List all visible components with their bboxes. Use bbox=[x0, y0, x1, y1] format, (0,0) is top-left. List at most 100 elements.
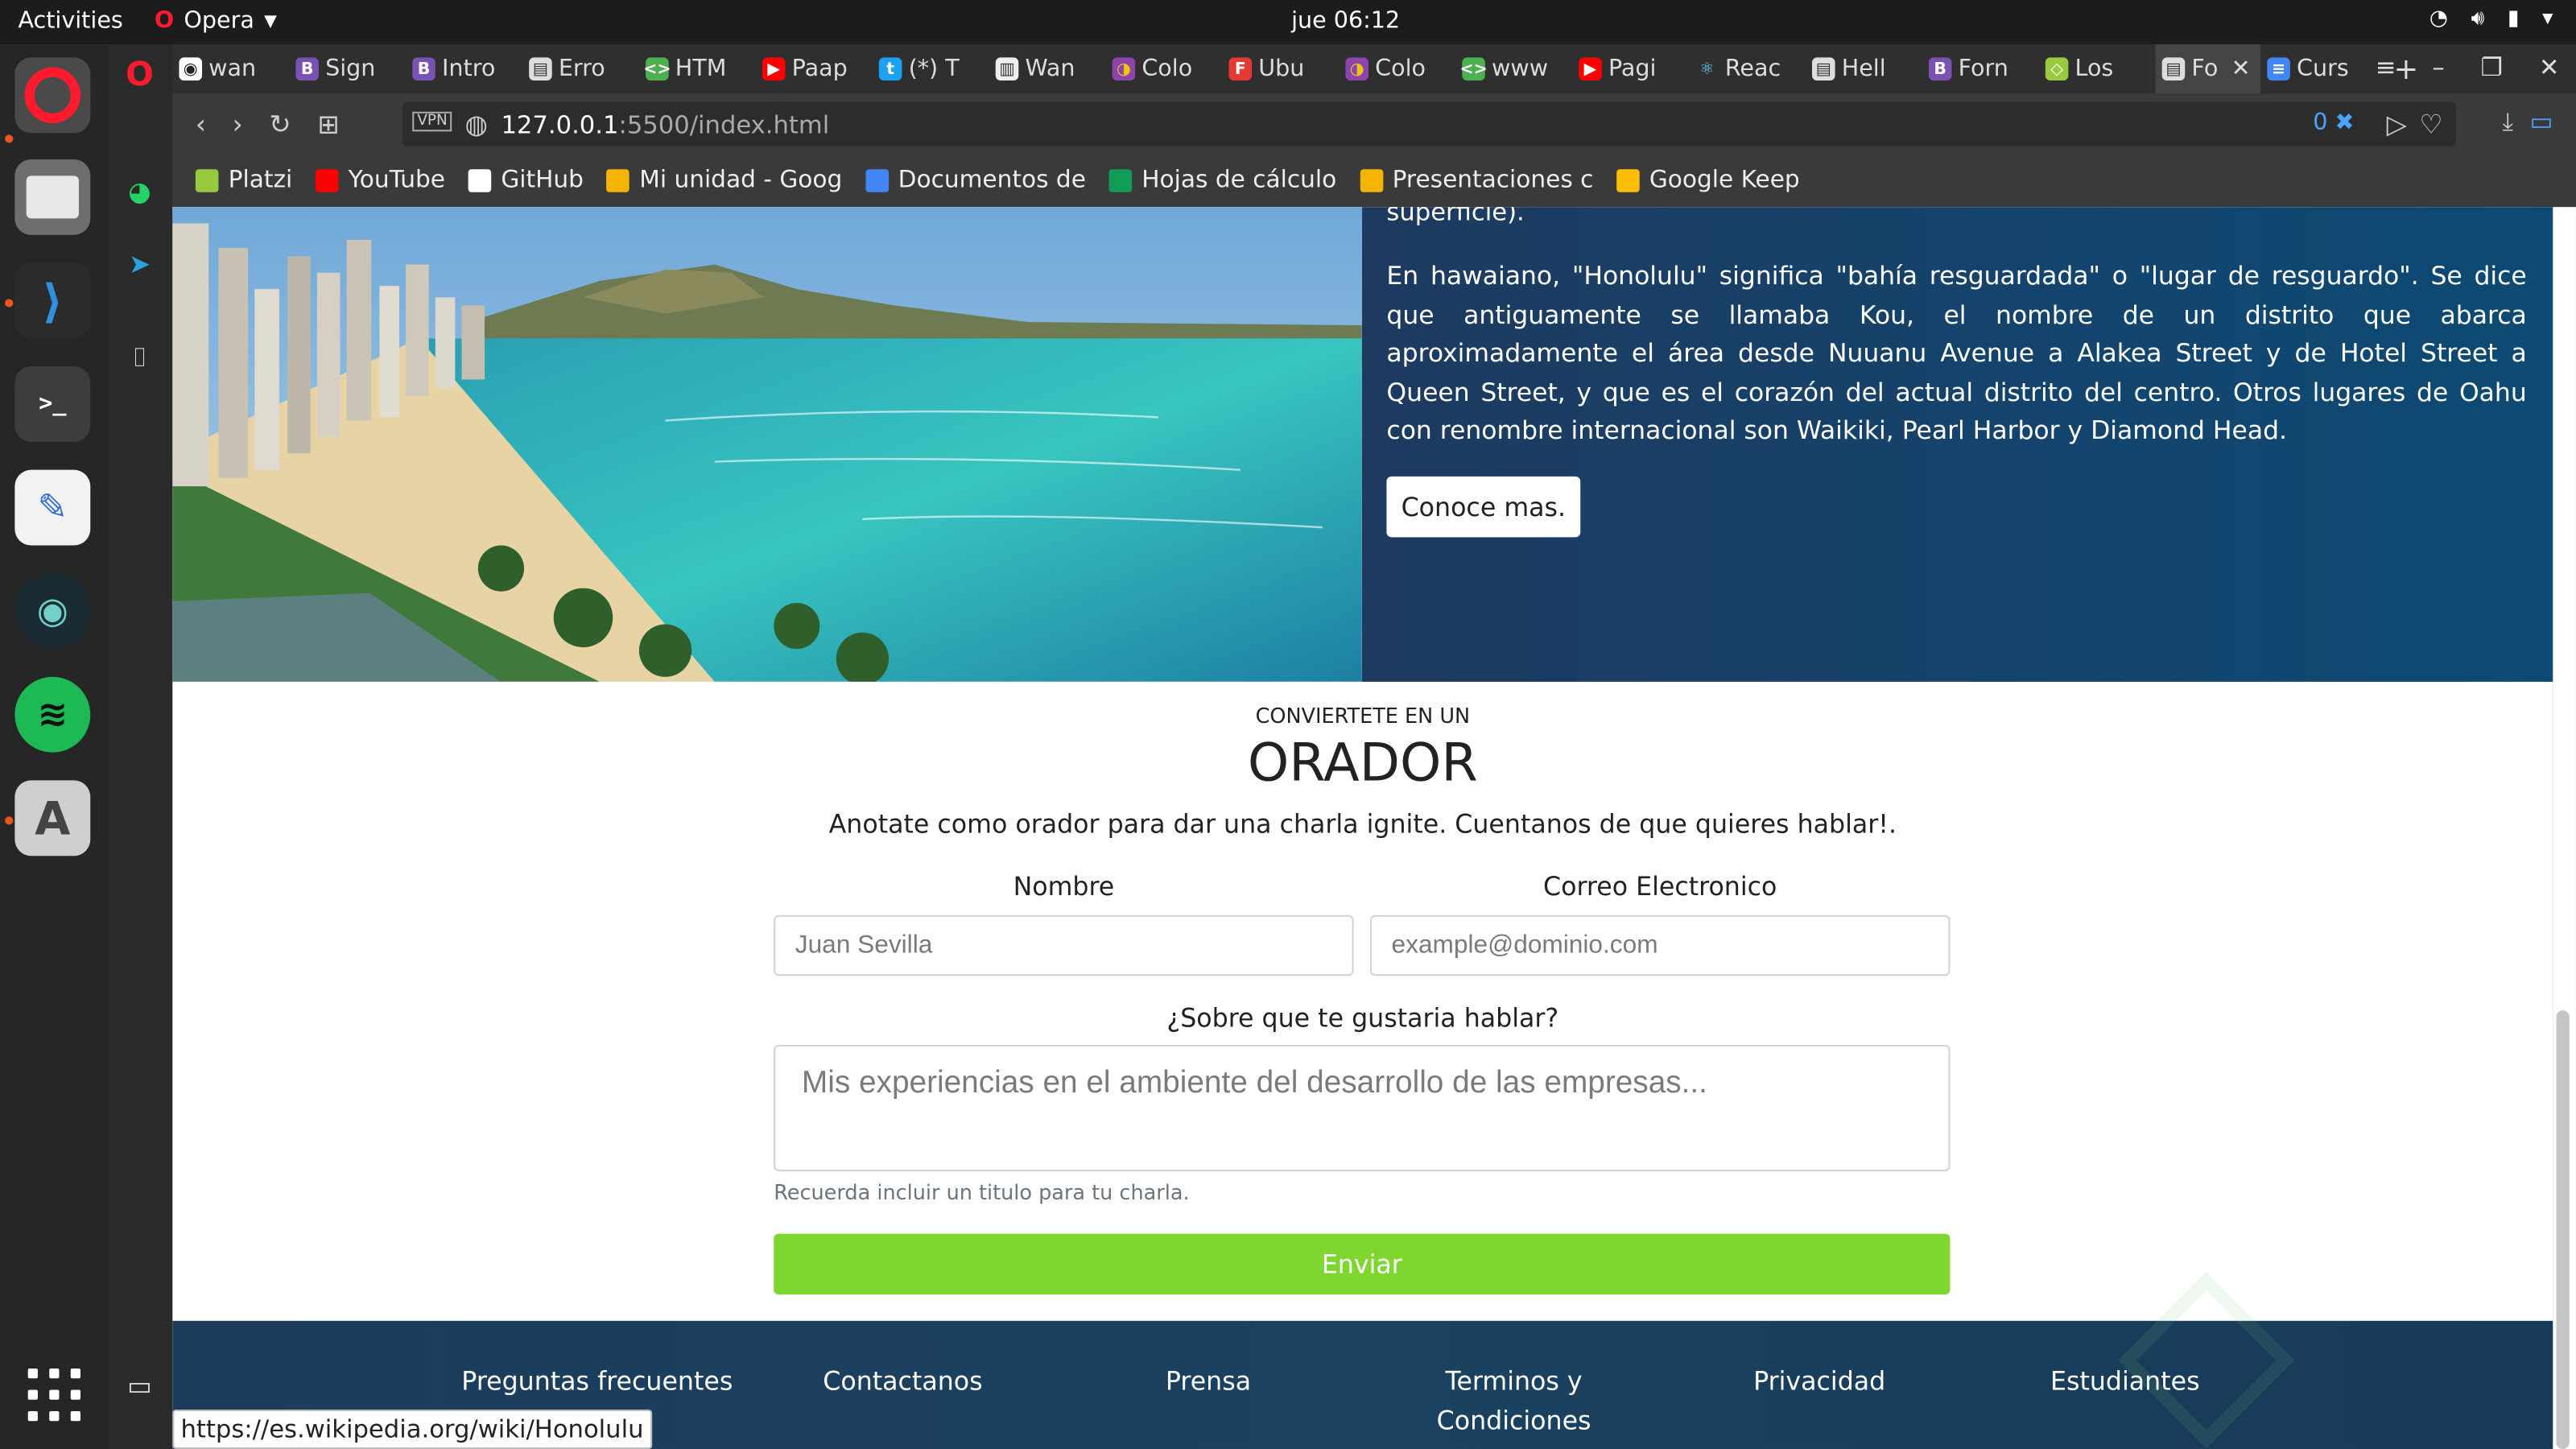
terminal-icon[interactable]: >_ bbox=[14, 366, 91, 442]
twitter-icon: t bbox=[878, 57, 902, 80]
form-title: ORADOR bbox=[1247, 731, 1478, 794]
tab-label: Ubu bbox=[1258, 56, 1305, 83]
close-window-icon[interactable]: ✕ bbox=[2539, 52, 2560, 82]
bookmark-favicon-icon bbox=[1616, 169, 1640, 192]
footer-link-privacy[interactable]: Privacidad bbox=[1641, 1364, 1998, 1402]
adblock-badge[interactable]: 0 ✖ bbox=[2313, 110, 2354, 137]
vpn-badge[interactable]: VPN bbox=[412, 111, 452, 132]
opera-menu-icon[interactable]: O bbox=[122, 54, 158, 93]
volume-icon: 🔊︎ bbox=[2471, 6, 2485, 31]
text-editor-icon[interactable]: ✎ bbox=[14, 469, 91, 546]
footer-link-terms[interactable]: Terminos y Condiciones bbox=[1335, 1364, 1692, 1441]
browser-tab[interactable]: ▤ Erro bbox=[522, 44, 639, 93]
caret-down-icon: ▾ bbox=[2542, 6, 2553, 31]
github-icon: ◉ bbox=[179, 57, 203, 80]
opera-sidebar: O ◕ ➤ ⌷ ▭ bbox=[108, 44, 173, 1449]
bookmark-favicon-icon bbox=[468, 169, 492, 192]
download-icon[interactable]: ⤓ bbox=[2502, 107, 2513, 137]
topic-textarea[interactable]: Mis experiencias en el ambiente del desa… bbox=[774, 1044, 1951, 1172]
bookmark-favicon-icon bbox=[865, 169, 889, 192]
gitkraken-icon[interactable]: ◉ bbox=[14, 573, 91, 650]
forward-icon[interactable]: › bbox=[233, 109, 243, 140]
browser-tab[interactable]: <> www bbox=[1455, 44, 1572, 93]
footer-link-faq[interactable]: Preguntas frecuentes bbox=[419, 1364, 775, 1402]
bookmark-favicon-icon bbox=[1359, 169, 1383, 192]
telegram-icon[interactable]: ➤ bbox=[122, 245, 158, 281]
browser-tab[interactable]: ▤ Hell bbox=[1806, 44, 1922, 93]
opera-logo-icon: O bbox=[154, 8, 175, 35]
bookmark-label: Platzi bbox=[228, 167, 293, 194]
speed-dial-icon[interactable]: ⊞ bbox=[317, 109, 339, 140]
scrollbar-thumb[interactable] bbox=[2556, 1010, 2570, 1449]
reload-icon[interactable]: ↻ bbox=[269, 109, 291, 140]
browser-tab[interactable]: ▶ Pagi bbox=[1572, 44, 1689, 93]
bookmark-item[interactable]: Google Keep bbox=[1616, 167, 1800, 194]
address-bar-row: ‹ › ↻ ⊞ VPN ◍ 127.0.0.1:5500/index.html … bbox=[172, 93, 2576, 155]
browser-tab[interactable]: ⚛ Reac bbox=[1689, 44, 1806, 93]
send-icon[interactable]: ▷ bbox=[2387, 109, 2407, 140]
footer-link-press[interactable]: Prensa bbox=[1030, 1364, 1387, 1402]
submit-button[interactable]: Enviar bbox=[774, 1233, 1951, 1295]
camera-icon[interactable]: ⌷ bbox=[122, 340, 158, 376]
minimize-icon[interactable]: – bbox=[2432, 52, 2444, 82]
restore-icon[interactable]: ❐ bbox=[2481, 52, 2503, 82]
browser-tab[interactable]: ◉ wan bbox=[172, 44, 289, 93]
address-field[interactable]: VPN ◍ 127.0.0.1:5500/index.html 0 ✖ ▷ ♡ bbox=[402, 101, 2456, 147]
tab-label: Pagi bbox=[1608, 56, 1657, 83]
bookmark-item[interactable]: Presentaciones c bbox=[1359, 167, 1593, 194]
clock[interactable]: jue 06:12 bbox=[1291, 8, 1400, 35]
react-icon: ⚛ bbox=[1695, 57, 1719, 80]
opera-dock-icon[interactable] bbox=[14, 57, 91, 134]
learn-more-button[interactable]: Conoce mas. bbox=[1386, 476, 1581, 538]
bookmark-item[interactable]: Documentos de bbox=[865, 167, 1086, 194]
bookmark-item[interactable]: YouTube bbox=[315, 167, 445, 194]
browser-tab[interactable]: ◑ Colo bbox=[1105, 44, 1222, 93]
url-text: 127.0.0.1:5500/index.html bbox=[501, 109, 830, 140]
vscode-icon[interactable]: ⟩ bbox=[14, 262, 91, 339]
browser-tab[interactable]: F Ubu bbox=[1222, 44, 1339, 93]
html-icon: <> bbox=[643, 57, 671, 80]
browser-tab[interactable]: B Forn bbox=[1922, 44, 2039, 93]
app-menu[interactable]: O Opera ▼ bbox=[155, 8, 277, 35]
software-center-icon[interactable]: A bbox=[14, 780, 91, 857]
browser-tab[interactable]: B Sign bbox=[289, 44, 406, 93]
browser-tab[interactable]: B Intro bbox=[406, 44, 522, 93]
browser-tab[interactable]: ◇ Los bbox=[2039, 44, 2156, 93]
spotify-icon[interactable]: ≋ bbox=[14, 676, 91, 753]
system-top-bar: Activities O Opera ▼ jue 06:12 ◔ 🔊︎ ▮ ▾ bbox=[0, 0, 2576, 45]
youtube-icon: ▶ bbox=[762, 57, 786, 80]
tab-menu-icon[interactable]: ≡ bbox=[2376, 52, 2396, 82]
bookmark-item[interactable]: Hojas de cálculo bbox=[1108, 167, 1336, 194]
name-field[interactable]: Juan Sevilla bbox=[774, 914, 1354, 976]
bookmark-item[interactable]: Platzi bbox=[195, 167, 293, 194]
footer-link-contact[interactable]: Contactanos bbox=[724, 1364, 1081, 1402]
sidebar-toggle-icon[interactable]: ▭ bbox=[122, 1367, 158, 1403]
back-icon[interactable]: ‹ bbox=[196, 109, 206, 140]
hero-info-panel: superficie). En hawaiano, "Honolulu" sig… bbox=[1361, 207, 2553, 682]
browser-tab[interactable]: ≡ Curs bbox=[2260, 44, 2377, 93]
show-apps-icon[interactable] bbox=[27, 1368, 80, 1422]
window-controls: ≡ – ❐ ✕ bbox=[2376, 52, 2560, 82]
tab-label: Wan bbox=[1025, 56, 1075, 83]
honolulu-paragraph: En hawaiano, "Honolulu" significa "bahía… bbox=[1386, 261, 2527, 446]
browser-tab[interactable]: ▶ Paap bbox=[756, 44, 873, 93]
files-icon[interactable] bbox=[14, 159, 91, 235]
activities-button[interactable]: Activities bbox=[18, 8, 122, 35]
heart-icon[interactable]: ♡ bbox=[2419, 109, 2442, 140]
close-tab-icon[interactable]: ✕ bbox=[2231, 56, 2251, 82]
app-menu-label: Opera bbox=[184, 8, 254, 35]
bookmark-item[interactable]: GitHub bbox=[468, 167, 584, 194]
whatsapp-icon[interactable]: ◕ bbox=[122, 172, 158, 208]
browser-tab[interactable]: t (*) T bbox=[873, 44, 989, 93]
email-field[interactable]: example@dominio.com bbox=[1370, 914, 1951, 976]
browser-tab[interactable]: <> HTM bbox=[639, 44, 756, 93]
bookmark-favicon-icon bbox=[1108, 169, 1133, 192]
browser-tab[interactable]: ▤ Fo ✕ bbox=[2155, 44, 2261, 94]
bookmark-item[interactable]: Mi unidad - Goog bbox=[606, 167, 842, 194]
system-tray[interactable]: ◔ 🔊︎ ▮ ▾ bbox=[2429, 6, 2553, 31]
honolulu-beach-image bbox=[172, 207, 1362, 682]
browser-tab[interactable]: ▥ Wan bbox=[989, 44, 1106, 93]
battery-saver-icon[interactable]: ▭ bbox=[2529, 107, 2553, 137]
tab-label: Fo bbox=[2191, 56, 2219, 83]
browser-tab[interactable]: ◑ Colo bbox=[1339, 44, 1455, 93]
